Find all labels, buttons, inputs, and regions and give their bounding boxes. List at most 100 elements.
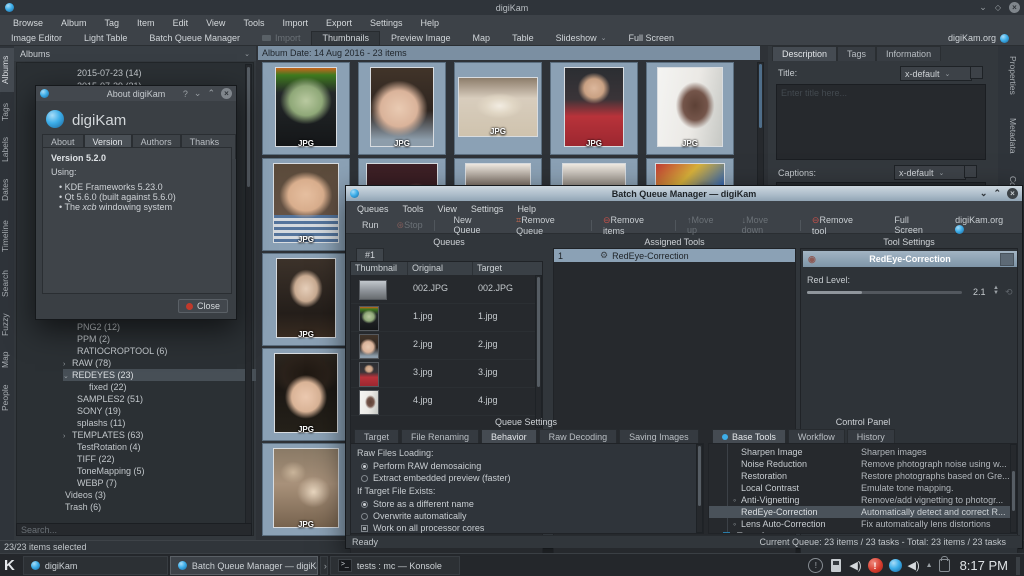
thumbnail-cell[interactable]: JPG <box>262 348 350 441</box>
remove-items-button[interactable]: ⊖Remove items <box>594 215 673 236</box>
scrollbar-handle[interactable] <box>698 446 701 506</box>
scrollbar-handle[interactable] <box>247 67 250 187</box>
menu-settings[interactable]: Settings <box>464 204 511 214</box>
title-clear-button[interactable] <box>970 66 983 79</box>
album-item[interactable]: splashs (11) <box>77 417 125 429</box>
red-level-slider[interactable] <box>807 291 962 294</box>
radio-overwrite[interactable]: Overwrite automatically <box>361 511 467 521</box>
album-item[interactable]: SONY (19) <box>77 405 121 417</box>
albums-search-input[interactable] <box>16 523 252 536</box>
sidebar-tab-people[interactable]: People <box>0 380 14 416</box>
collapse-icon[interactable]: ⌄ <box>713 530 719 534</box>
thumbnail-cell[interactable]: JPG <box>262 158 350 251</box>
title-textarea[interactable]: Enter title here... <box>776 84 986 160</box>
expand-icon[interactable]: › <box>63 431 72 443</box>
settings-scrollbar[interactable] <box>696 444 703 533</box>
sidebar-tab-timeline[interactable]: Timeline <box>0 214 14 258</box>
captions-add-button[interactable] <box>964 165 977 178</box>
menu-help[interactable]: Help <box>510 204 543 214</box>
minimize-icon[interactable]: ⌄ <box>980 188 988 199</box>
tool-row[interactable]: Sharpen ImageSharpen images <box>709 446 1017 458</box>
album-item[interactable]: ›RAW (78) <box>63 357 111 369</box>
spinbox-arrows[interactable]: ▲▼ <box>993 286 999 296</box>
panel-handle[interactable] <box>1016 557 1020 575</box>
album-item[interactable]: 2015-07-23 (14) <box>77 67 142 79</box>
collapse-icon[interactable]: ⌄ <box>63 371 72 383</box>
album-item[interactable]: WEBP (7) <box>77 477 117 489</box>
sidebar-tab-properties[interactable]: Properties <box>1004 56 1018 108</box>
toolbar-batch-queue-manager[interactable]: Batch Queue Manager <box>138 31 251 46</box>
sidebar-tab-albums[interactable]: Albums <box>0 48 14 92</box>
shade-icon[interactable]: ⌃ <box>993 188 1001 199</box>
sidebar-tab-map[interactable]: Map <box>0 348 14 372</box>
remove-tool-button[interactable]: ⊖Remove tool <box>803 215 875 236</box>
queue-tab-1[interactable]: #1 <box>356 248 384 261</box>
queue-row[interactable]: 3.jpg 3.jpg <box>351 359 542 388</box>
digikam-org-link[interactable]: digiKam.org <box>946 215 1020 236</box>
sidebar-tab-dates[interactable]: Dates <box>0 174 14 206</box>
close-button[interactable]: Close <box>178 299 228 313</box>
tool-row[interactable]: ◦Anti-VignettingRemove/add vignetting to… <box>709 494 1017 506</box>
album-item-selected[interactable]: ⌄REDEYES (23) <box>63 369 288 381</box>
toolbar-table[interactable]: Table <box>501 31 545 46</box>
new-queue-button[interactable]: New Queue <box>445 215 508 235</box>
col-original[interactable]: Original <box>408 262 473 275</box>
network-icon[interactable] <box>889 559 902 572</box>
queue-row[interactable]: 4.jpg 4.jpg <box>351 387 542 416</box>
menu-album[interactable]: Album <box>52 18 96 28</box>
thumbnail-cell[interactable]: JPG <box>262 443 350 536</box>
radio-perform-raw[interactable]: Perform RAW demosaicing <box>361 461 481 471</box>
album-item[interactable]: SAMPLES2 (51) <box>77 393 143 405</box>
toolbar-thumbnails[interactable]: Thumbnails <box>311 31 380 46</box>
album-item[interactable]: Trash (6) <box>65 501 101 513</box>
tool-row[interactable]: Noise ReductionRemove photograph noise u… <box>709 458 1017 470</box>
run-button[interactable]: Run <box>346 220 388 230</box>
reset-icon[interactable]: ⟲ <box>1005 287 1013 298</box>
sidebar-tab-search[interactable]: Search <box>0 266 14 302</box>
menu-import[interactable]: Import <box>273 18 317 28</box>
menu-browse[interactable]: Browse <box>4 18 52 28</box>
task-konsole[interactable]: >_ tests : mc — Konsole <box>330 556 460 575</box>
red-level-value[interactable]: 2.1 <box>973 287 986 297</box>
menu-tools[interactable]: Tools <box>396 204 431 214</box>
queue-scrollbar[interactable] <box>535 275 542 428</box>
scrollbar-handle[interactable] <box>759 64 762 128</box>
queue-row[interactable]: 002.JPG 002.JPG <box>351 275 542 304</box>
tab-information[interactable]: Information <box>876 46 941 61</box>
help-icon[interactable]: ? <box>183 89 188 99</box>
sidebar-tab-fuzzy[interactable]: Fuzzy <box>0 310 14 340</box>
close-icon[interactable]: × <box>1009 2 1020 13</box>
radio-extract-preview[interactable]: Extract embedded preview (faster) <box>361 473 511 483</box>
checkbox-all-cores[interactable]: Work on all processor cores <box>361 523 484 533</box>
tool-group-transform[interactable]: ⌄Transform <box>709 530 1017 534</box>
albums-scrollbar[interactable] <box>245 64 252 535</box>
album-item[interactable]: PNG2 (12) <box>77 321 120 333</box>
menu-help[interactable]: Help <box>412 18 449 28</box>
close-icon[interactable]: × <box>221 88 232 99</box>
assigned-tool-row[interactable]: 1 ⚙ RedEye-Correction <box>554 249 795 262</box>
task-digikam[interactable]: digiKam <box>23 556 168 575</box>
kde-menu-icon[interactable]: K <box>4 557 15 574</box>
col-thumbnail[interactable]: Thumbnail <box>351 262 408 275</box>
album-item[interactable]: TIFF (22) <box>77 453 115 465</box>
thumbnail-cell[interactable]: JPG <box>358 62 446 155</box>
minimize-icon[interactable]: ⌄ <box>194 88 202 99</box>
radio-store-different[interactable]: Store as a different name <box>361 499 474 509</box>
clock[interactable]: 8:17 PM <box>960 558 1008 573</box>
task-bqm[interactable]: Batch Queue Manager — digiKa <box>170 556 318 575</box>
shade-icon[interactable]: ⌃ <box>207 88 215 99</box>
thumbnail-cell[interactable]: JPG <box>646 62 734 155</box>
tool-row[interactable]: Local ContrastEmulate tone mapping. <box>709 482 1017 494</box>
tool-help-button[interactable] <box>1000 253 1014 266</box>
toolbar-digikam-org[interactable]: digiKam.org <box>937 31 1020 46</box>
album-item[interactable]: RATIOCROPTOOL (6) <box>77 345 167 357</box>
thumbnail-cell[interactable]: JPG <box>550 62 638 155</box>
scrollbar-handle[interactable] <box>1012 471 1015 511</box>
col-target[interactable]: Target <box>473 262 533 275</box>
album-item[interactable]: Videos (3) <box>65 489 106 501</box>
album-item[interactable]: ToneMapping (5) <box>77 465 145 477</box>
album-item[interactable]: PPM (2) <box>77 333 110 345</box>
lock-clock-icon[interactable] <box>939 559 950 572</box>
remove-queue-button[interactable]: ⌗Remove Queue <box>507 215 589 236</box>
album-item[interactable]: ›TEMPLATES (63) <box>63 429 143 441</box>
